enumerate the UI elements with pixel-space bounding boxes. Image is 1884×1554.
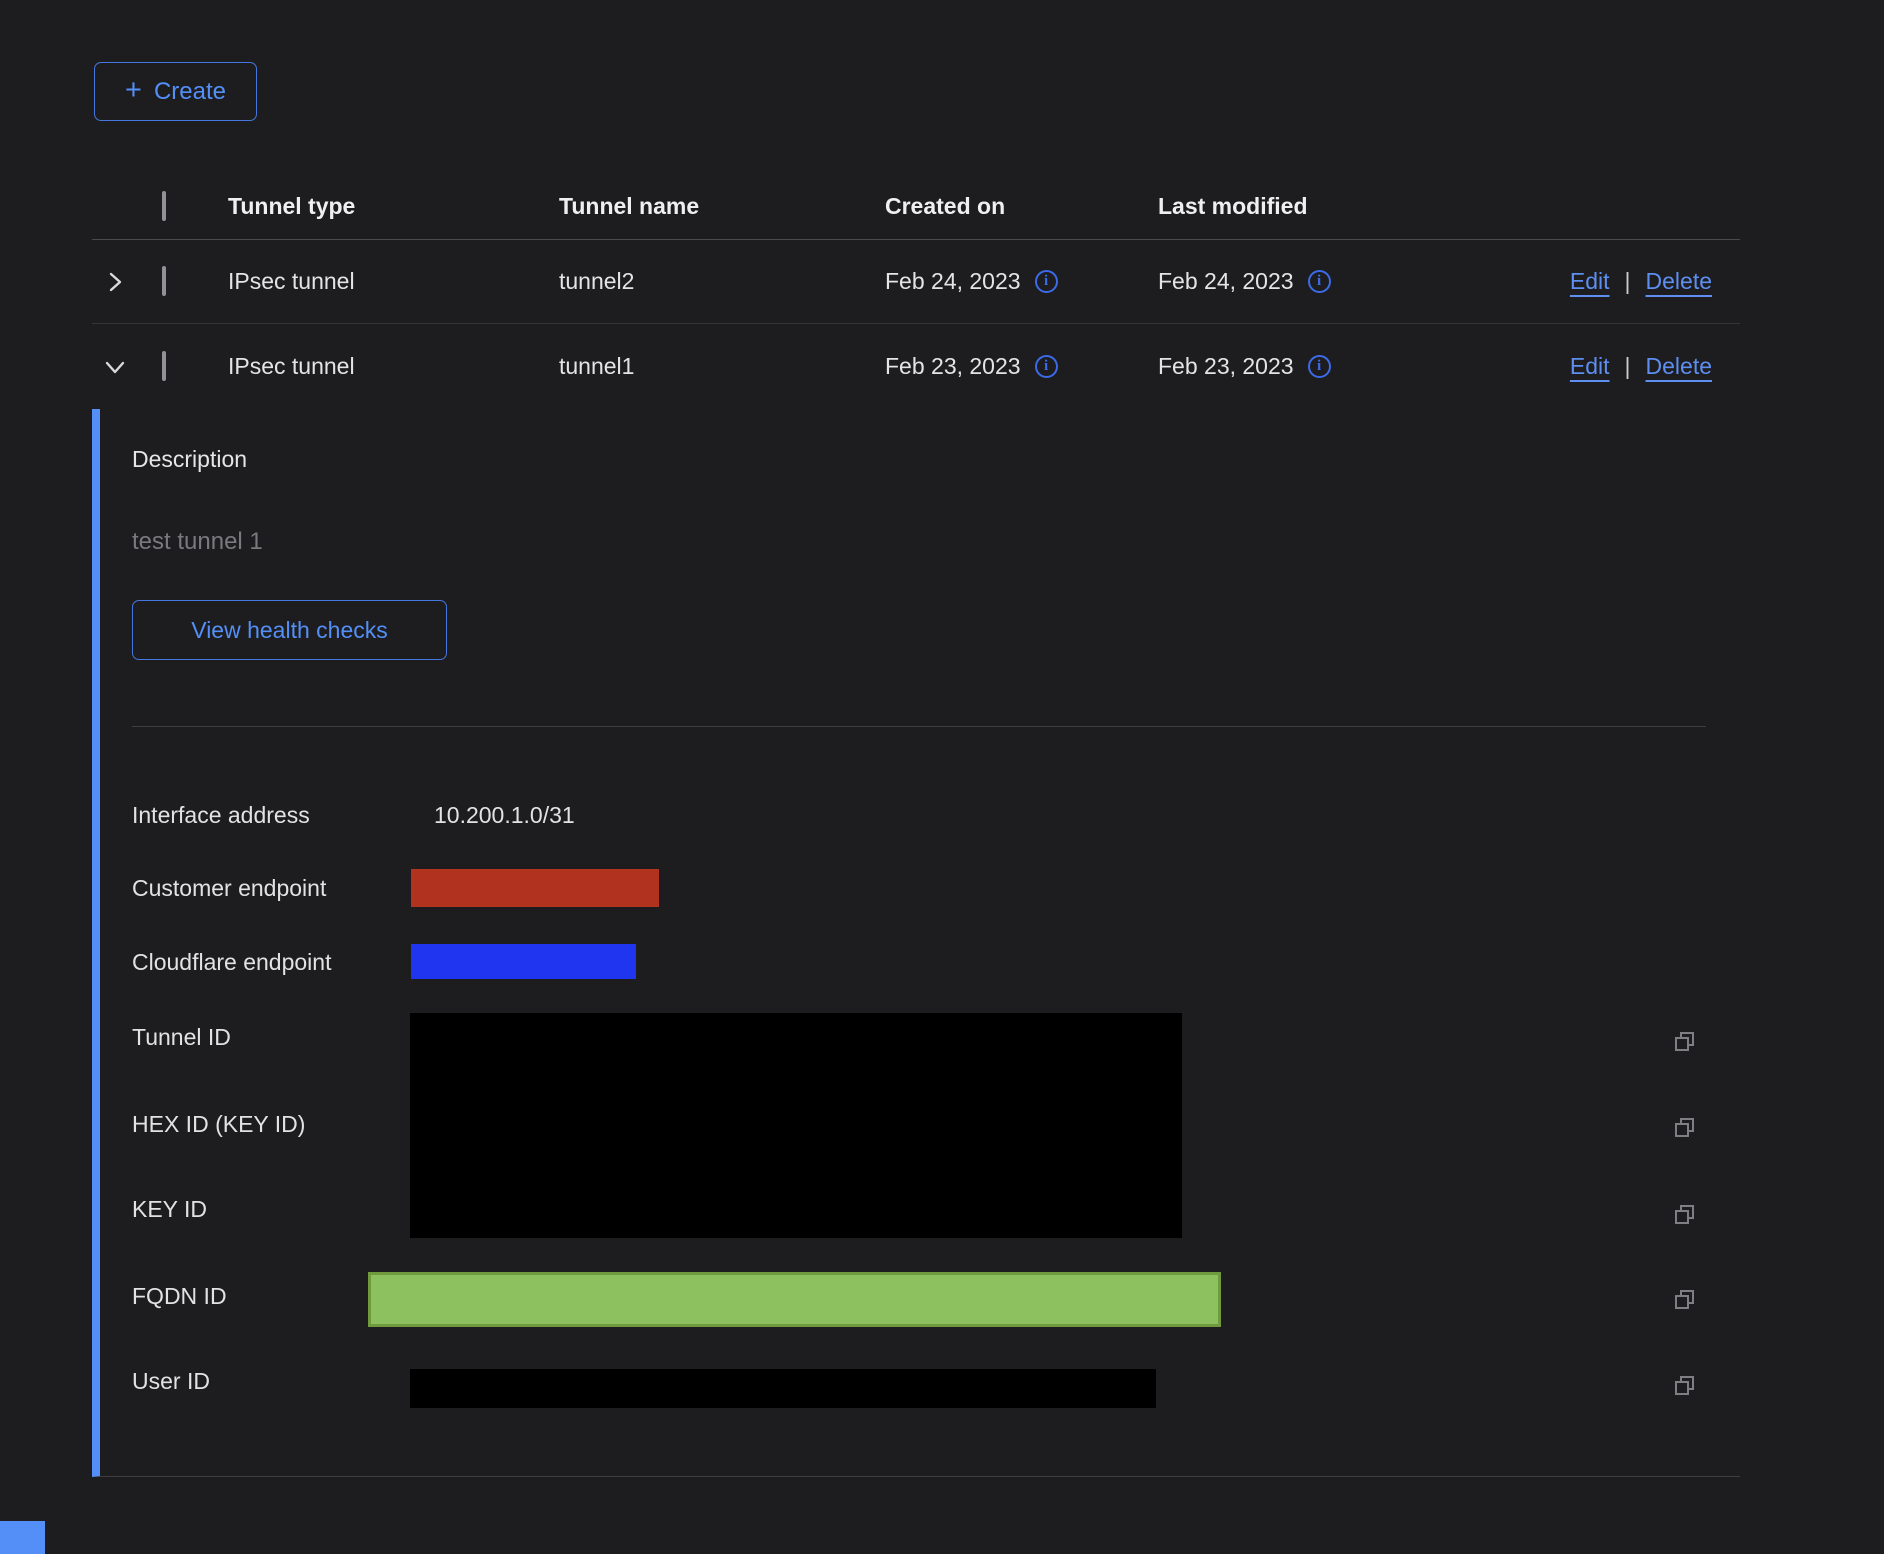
create-button-label: Create [154, 78, 226, 106]
edit-link[interactable]: Edit [1570, 353, 1610, 380]
row-checkbox[interactable] [162, 266, 166, 296]
header-created-on: Created on [885, 193, 1158, 220]
header-last-modified: Last modified [1158, 193, 1460, 220]
header-tunnel-name: Tunnel name [559, 193, 885, 220]
header-tunnel-type: Tunnel type [228, 193, 559, 220]
info-icon[interactable]: i [1035, 270, 1058, 293]
customer-endpoint-label: Customer endpoint [132, 875, 326, 902]
fqdn-id-redacted-value [368, 1272, 1221, 1327]
chevron-down-icon [104, 356, 126, 378]
user-id-redacted-value [410, 1369, 1156, 1408]
info-icon[interactable]: i [1308, 355, 1331, 378]
tunnel-hex-key-ids-redacted-value [410, 1013, 1182, 1238]
view-health-checks-button[interactable]: View health checks [132, 600, 447, 660]
copy-tunnel-id-button[interactable] [1672, 1029, 1697, 1054]
delete-link[interactable]: Delete [1646, 268, 1712, 295]
cut-off-blue-element [0, 1521, 45, 1554]
row-checkbox[interactable] [162, 351, 166, 381]
fqdn-id-label: FQDN ID [132, 1283, 227, 1310]
created-on-cell: Feb 23, 2023 [885, 353, 1021, 380]
info-icon[interactable]: i [1035, 355, 1058, 378]
collapse-row-button[interactable] [100, 352, 130, 382]
copy-key-id-button[interactable] [1672, 1202, 1697, 1227]
info-icon[interactable]: i [1308, 270, 1331, 293]
divider [132, 726, 1706, 727]
copy-icon [1672, 1029, 1697, 1054]
tunnel-detail-panel: Description test tunnel 1 View health ch… [92, 409, 1740, 1477]
plus-icon: + [125, 76, 142, 105]
customer-endpoint-redacted-value [411, 869, 659, 907]
action-separator: | [1625, 268, 1631, 295]
tunnels-table: Tunnel type Tunnel name Created on Last … [92, 173, 1740, 409]
interface-address-value: 10.200.1.0/31 [434, 802, 575, 829]
select-all-checkbox[interactable] [162, 191, 166, 221]
copy-fqdn-id-button[interactable] [1672, 1287, 1697, 1312]
tunnel-name-cell: tunnel2 [559, 268, 885, 295]
user-id-label: User ID [132, 1368, 210, 1395]
tunnel-name-cell: tunnel1 [559, 353, 885, 380]
description-value: test tunnel 1 [132, 528, 263, 556]
table-row: IPsec tunnel tunnel1 Feb 23, 2023 i Feb … [92, 324, 1740, 409]
interface-address-label: Interface address [132, 802, 310, 829]
copy-user-id-button[interactable] [1672, 1373, 1697, 1398]
edit-link[interactable]: Edit [1570, 268, 1610, 295]
last-modified-cell: Feb 23, 2023 [1158, 353, 1294, 380]
tunnel-type-cell: IPsec tunnel [228, 353, 559, 380]
copy-icon [1672, 1115, 1697, 1140]
hex-id-label: HEX ID (KEY ID) [132, 1111, 305, 1138]
table-header-row: Tunnel type Tunnel name Created on Last … [92, 173, 1740, 240]
last-modified-cell: Feb 24, 2023 [1158, 268, 1294, 295]
copy-icon [1672, 1287, 1697, 1312]
chevron-right-icon [104, 271, 126, 293]
tunnel-type-cell: IPsec tunnel [228, 268, 559, 295]
copy-icon [1672, 1373, 1697, 1398]
description-label: Description [132, 446, 247, 473]
cloudflare-endpoint-redacted-value [411, 944, 636, 979]
table-row: IPsec tunnel tunnel2 Feb 24, 2023 i Feb … [92, 240, 1740, 324]
copy-icon [1672, 1202, 1697, 1227]
action-separator: | [1625, 353, 1631, 380]
expand-row-button[interactable] [100, 267, 130, 297]
created-on-cell: Feb 24, 2023 [885, 268, 1021, 295]
key-id-label: KEY ID [132, 1196, 207, 1223]
copy-hex-id-button[interactable] [1672, 1115, 1697, 1140]
tunnels-page: + Create Tunnel type Tunnel name Created… [0, 0, 1884, 1554]
delete-link[interactable]: Delete [1646, 353, 1712, 380]
cloudflare-endpoint-label: Cloudflare endpoint [132, 949, 331, 976]
create-button[interactable]: + Create [94, 62, 257, 121]
tunnel-id-label: Tunnel ID [132, 1024, 231, 1051]
